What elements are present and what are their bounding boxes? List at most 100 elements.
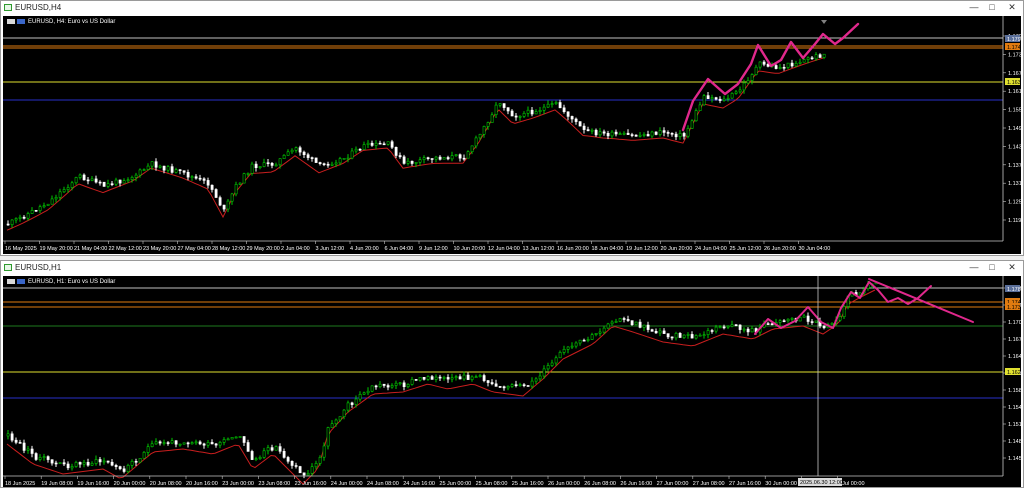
bull-candle <box>550 362 554 366</box>
bull-candle <box>798 317 802 322</box>
bear-candle <box>710 330 714 332</box>
bear-candle <box>782 66 786 69</box>
bull-candle <box>146 446 150 453</box>
bear-candle <box>466 374 470 380</box>
bull-candle <box>254 458 258 460</box>
price-chart-h4[interactable]: 1.1791.1731.1671.1611.1551.1491.1431.137… <box>3 16 1021 254</box>
chart-canvas-h4: 1.1791.1731.1671.1611.1551.1491.1431.137… <box>3 16 1021 252</box>
bear-candle <box>606 133 610 137</box>
close-button[interactable]: ✕ <box>1005 2 1019 13</box>
bear-candle <box>194 176 198 179</box>
maximize-button[interactable]: □ <box>985 2 999 12</box>
bull-candle <box>306 473 310 476</box>
bull-candle <box>338 416 342 421</box>
time-axis-label: 19 Jun 08:00 <box>41 481 73 487</box>
bear-candle <box>762 61 766 65</box>
bear-candle <box>674 133 678 138</box>
bear-candle <box>34 210 38 212</box>
bull-candle <box>42 205 46 208</box>
bull-candle <box>558 352 562 359</box>
bear-candle <box>746 328 750 333</box>
chart-window-icon <box>4 264 12 271</box>
minimize-button[interactable]: — <box>967 2 981 12</box>
maximize-button[interactable]: □ <box>985 262 999 272</box>
bull-candle <box>726 97 730 100</box>
minimize-button[interactable]: — <box>967 262 981 272</box>
bear-candle <box>10 433 14 441</box>
bear-candle <box>430 158 434 160</box>
bear-candle <box>106 460 110 463</box>
bull-candle <box>66 187 70 190</box>
bear-candle <box>570 116 574 120</box>
title-bar-h4: EURUSD,H4 — □ ✕ <box>1 1 1023 15</box>
bear-candle <box>378 142 382 145</box>
bear-candle <box>374 385 378 388</box>
bull-candle <box>246 173 250 175</box>
bear-candle <box>682 133 686 137</box>
bull-candle <box>758 61 762 68</box>
bull-candle <box>274 164 278 167</box>
bull-candle <box>74 462 78 467</box>
bear-candle <box>134 461 138 463</box>
bull-candle <box>282 155 286 160</box>
bear-candle <box>154 161 158 168</box>
bear-candle <box>458 376 462 380</box>
time-axis-label: 9 Jun 12:00 <box>419 246 448 252</box>
bear-candle <box>214 443 218 446</box>
bull-candle <box>710 97 714 100</box>
bull-candle <box>778 320 782 323</box>
price-chart-h1[interactable]: 1.177201.174001.170801.167601.164401.161… <box>3 276 1021 487</box>
bear-candle <box>510 110 514 117</box>
bull-candle <box>534 111 538 115</box>
bear-candle <box>430 376 434 380</box>
bear-candle <box>482 375 486 381</box>
bear-candle <box>186 442 190 445</box>
time-axis-label: 27 Jun 16:00 <box>729 481 761 487</box>
bull-candle <box>406 160 410 164</box>
bear-candle <box>630 134 634 136</box>
bull-candle <box>434 156 438 160</box>
symbol-text-h1: EURUSD, H1: Euro vs US Dollar <box>28 279 116 286</box>
bear-candle <box>678 332 682 338</box>
bear-candle <box>614 131 618 135</box>
bear-candle <box>566 111 570 117</box>
bull-candle <box>90 178 94 181</box>
bull-candle <box>442 377 446 379</box>
close-button[interactable]: ✕ <box>1005 262 1019 273</box>
bear-candle <box>818 54 822 58</box>
time-axis-label: 2 Jun 04:00 <box>281 246 310 252</box>
bear-candle <box>210 442 214 445</box>
bull-candle <box>750 328 754 333</box>
bull-candle <box>694 335 698 339</box>
bull-candle <box>418 377 422 381</box>
price-badge-text: 1.16250 <box>1007 370 1021 376</box>
bull-candle <box>406 384 410 388</box>
bear-candle <box>298 466 302 474</box>
bear-candle <box>14 439 18 443</box>
window-title-h4: EURUSD,H4 <box>15 3 62 12</box>
bull-candle <box>622 132 626 135</box>
bear-candle <box>670 133 674 135</box>
bull-candle <box>570 345 574 348</box>
bull-candle <box>102 460 106 463</box>
bear-candle <box>98 181 102 184</box>
bear-candle <box>718 98 722 101</box>
bull-candle <box>474 376 478 378</box>
bull-candle <box>598 331 602 334</box>
bear-candle <box>774 65 778 69</box>
bull-candle <box>610 131 614 137</box>
bear-candle <box>114 465 118 468</box>
bear-candle <box>634 134 638 137</box>
symbol-label-h1: EURUSD, H1: Euro vs US Dollar <box>7 279 115 285</box>
bear-candle <box>314 157 318 163</box>
bear-candle <box>186 172 190 178</box>
bear-candle <box>734 324 738 327</box>
bull-candle <box>578 339 582 344</box>
bear-candle <box>250 451 254 460</box>
bull-candle <box>554 357 558 364</box>
bull-candle <box>114 179 118 185</box>
time-axis-label: 26 Jun 08:00 <box>584 481 616 487</box>
bear-candle <box>790 62 794 67</box>
bull-candle <box>442 157 446 160</box>
bull-candle <box>658 330 662 334</box>
